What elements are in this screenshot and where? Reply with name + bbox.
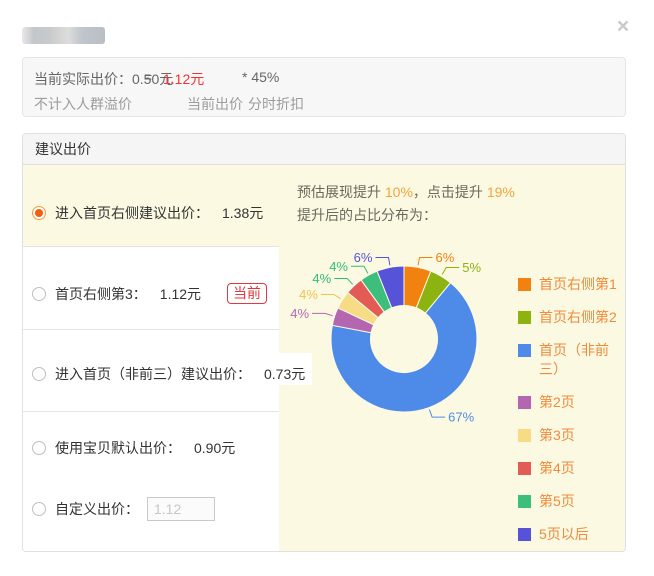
note-current-bid: 当前出价 bbox=[187, 94, 243, 114]
legend-item-1[interactable]: 首页右侧第2 bbox=[518, 308, 624, 327]
divider bbox=[23, 329, 279, 330]
pie-label: 5% bbox=[462, 260, 481, 275]
note-time-discount: 分时折扣 bbox=[248, 94, 304, 114]
pie-label: 4% bbox=[299, 287, 318, 302]
legend-item-2[interactable]: 首页（非前三） bbox=[518, 341, 624, 379]
current-bid-value: 1.12元 bbox=[163, 69, 204, 89]
option-label: 自定义出价： bbox=[55, 499, 139, 519]
note-no-crowd-premium: 不计入人群溢价 bbox=[34, 94, 132, 114]
option-label: 进入首页（非前三）建议出价： bbox=[55, 364, 251, 384]
bid-option-row-homepage-right-3rd[interactable]: 首页右侧第3： 1.12元 当前 bbox=[32, 283, 267, 304]
legend-label: 第3页 bbox=[539, 426, 621, 445]
legend-swatch bbox=[518, 344, 531, 357]
lift-middle: ，点击提升 bbox=[413, 184, 487, 200]
pie-label: 6% bbox=[354, 250, 373, 265]
option-label: 使用宝贝默认出价： bbox=[55, 438, 181, 458]
redacted-title bbox=[22, 27, 105, 44]
legend-swatch bbox=[518, 462, 531, 475]
legend-item-3[interactable]: 第2页 bbox=[518, 393, 624, 412]
pie-label: 67% bbox=[448, 410, 474, 425]
option-price: 0.90元 bbox=[194, 438, 235, 458]
option-price: 1.38元 bbox=[222, 203, 263, 223]
radio-icon[interactable] bbox=[32, 367, 46, 381]
pie-label-line bbox=[312, 313, 333, 315]
pie-label: 4% bbox=[329, 259, 348, 274]
pie-label-line bbox=[334, 278, 352, 284]
suggest-bid-title: 建议出价 bbox=[23, 134, 625, 165]
chart-legend: 首页右侧第1 首页右侧第2 首页（非前三） 第2页第3页第4页第5页 5页以后 bbox=[518, 275, 624, 552]
current-bid-bar: 当前实际出价：0.50元 = 1.12元 * 45% 不计入人群溢价 当前出价 … bbox=[22, 57, 626, 117]
legend-item-7[interactable]: 5页以后 bbox=[518, 525, 624, 544]
current-badge: 当前 bbox=[227, 283, 267, 304]
legend-swatch bbox=[518, 396, 531, 409]
pie-label-line bbox=[321, 295, 341, 299]
equals-sign: = bbox=[144, 69, 152, 85]
legend-label: 5页以后 bbox=[539, 525, 621, 544]
option-price: 1.12元 bbox=[160, 284, 201, 304]
suggest-bid-content: 进入首页右侧建议出价： 1.38元 首页右侧第3： 1.12元 当前 进入首页（… bbox=[23, 165, 625, 552]
discount-multiplier: * 45% bbox=[242, 69, 279, 85]
click-lift-value: 19% bbox=[487, 184, 515, 200]
radio-icon[interactable] bbox=[32, 502, 46, 516]
legend-item-0[interactable]: 首页右侧第1 bbox=[518, 275, 624, 294]
radio-icon[interactable] bbox=[32, 287, 46, 301]
donut-chart: 6%5%67%4%4%4%4%6% bbox=[269, 219, 539, 459]
pie-label-line bbox=[375, 257, 389, 265]
close-icon[interactable]: × bbox=[612, 16, 634, 38]
legend-swatch bbox=[518, 528, 531, 541]
legend-swatch bbox=[518, 278, 531, 291]
legend-swatch bbox=[518, 429, 531, 442]
custom-bid-input[interactable] bbox=[147, 497, 215, 521]
bid-option-row-item-default[interactable]: 使用宝贝默认出价： 0.90元 bbox=[32, 438, 235, 458]
bid-dialog: × 当前实际出价：0.50元 = 1.12元 * 45% 不计入人群溢价 当前出… bbox=[0, 0, 654, 576]
legend-label: 第2页 bbox=[539, 393, 621, 412]
legend-swatch bbox=[518, 495, 531, 508]
bid-option-row-homepage-not-top3[interactable]: 进入首页（非前三）建议出价： 0.73元 bbox=[32, 364, 305, 384]
lift-summary-line: 预估展现提升 10%，点击提升 19% bbox=[297, 182, 515, 202]
bid-option-row-homepage-right[interactable]: 进入首页右侧建议出价： 1.38元 bbox=[32, 203, 263, 223]
current-actual-bid-label: 当前实际出价：0.50元 bbox=[34, 69, 173, 89]
radio-icon[interactable] bbox=[32, 441, 46, 455]
suggest-bid-panel: 建议出价 进入首页右侧建议出价： 1.38元 首页右侧第3： 1.12元 当前 … bbox=[22, 133, 626, 552]
legend-item-6[interactable]: 第5页 bbox=[518, 492, 624, 511]
pie-label: 4% bbox=[290, 306, 309, 321]
lift-prefix: 预估展现提升 bbox=[297, 184, 385, 200]
option-label: 进入首页右侧建议出价： bbox=[55, 203, 209, 223]
legend-label: 第5页 bbox=[539, 492, 621, 511]
legend-swatch bbox=[518, 311, 531, 324]
option-label: 首页右侧第3： bbox=[55, 284, 147, 304]
legend-label: 首页右侧第2 bbox=[539, 308, 621, 327]
pie-label-line bbox=[442, 268, 459, 275]
legend-item-4[interactable]: 第3页 bbox=[518, 426, 624, 445]
pie-label: 6% bbox=[436, 250, 455, 265]
legend-label: 首页右侧第1 bbox=[539, 275, 621, 294]
pie-label-line bbox=[351, 266, 368, 273]
impression-lift-value: 10% bbox=[385, 184, 413, 200]
legend-label: 第4页 bbox=[539, 459, 621, 478]
divider bbox=[23, 411, 279, 412]
bid-option-row-custom[interactable]: 自定义出价： bbox=[32, 497, 215, 521]
pie-label-line bbox=[418, 257, 432, 265]
legend-label: 首页（非前三） bbox=[539, 341, 621, 379]
pie-label-line bbox=[429, 410, 445, 418]
legend-item-5[interactable]: 第4页 bbox=[518, 459, 624, 478]
radio-selected-icon[interactable] bbox=[32, 206, 46, 220]
